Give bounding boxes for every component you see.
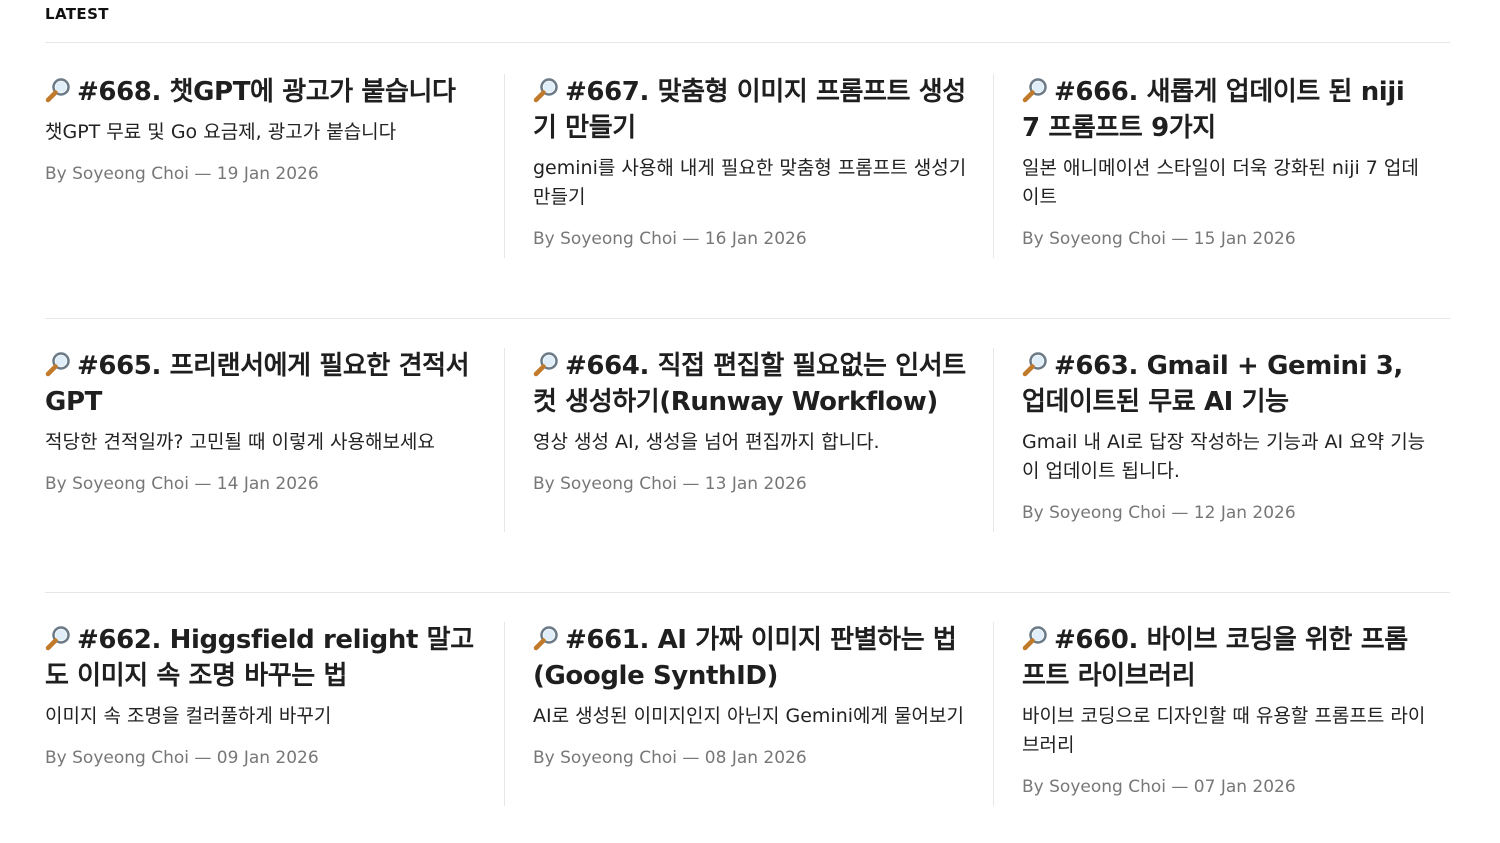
post-title-text: #666. 새롭게 업데이트 된 niji 7 프롬프트 9가지 bbox=[1022, 77, 1405, 143]
post-card[interactable]: #663. Gmail + Gemini 3, 업데이트된 무료 AI 기능 G… bbox=[993, 348, 1450, 592]
magnifier-icon bbox=[45, 352, 70, 377]
post-excerpt: 영상 생성 AI, 생성을 넘어 편집까지 합니다. bbox=[533, 431, 880, 453]
magnifier-icon bbox=[533, 78, 558, 103]
post-card[interactable]: #668. 챗GPT에 광고가 붙습니다 챗GPT 무료 및 Go 요금제, 광… bbox=[45, 74, 504, 318]
magnifier-icon bbox=[533, 626, 558, 651]
post-meta: By Soyeong Choi — 16 Jan 2026 bbox=[533, 229, 807, 249]
post-excerpt: Gmail 내 AI로 답장 작성하는 기능과 AI 요약 기능이 업데이트 됩… bbox=[1022, 431, 1426, 482]
post-meta: By Soyeong Choi — 07 Jan 2026 bbox=[1022, 777, 1296, 797]
post-row: #668. 챗GPT에 광고가 붙습니다 챗GPT 무료 및 Go 요금제, 광… bbox=[45, 43, 1450, 319]
post-title-text: #660. 바이브 코딩을 위한 프롬프트 라이브러리 bbox=[1022, 625, 1408, 691]
post-title-text: #662. Higgsfield relight 말고도 이미지 속 조명 바꾸… bbox=[45, 625, 474, 691]
post-card[interactable]: #667. 맞춤형 이미지 프롬프트 생성기 만들기 gemini를 사용해 내… bbox=[504, 74, 993, 318]
post-card[interactable]: #661. AI 가짜 이미지 판별하는 법(Google SynthID) A… bbox=[504, 622, 993, 842]
magnifier-icon bbox=[45, 626, 70, 651]
post-row: #662. Higgsfield relight 말고도 이미지 속 조명 바꾸… bbox=[45, 593, 1450, 842]
post-excerpt: 바이브 코딩으로 디자인할 때 유용할 프롬프트 라이브러리 bbox=[1022, 705, 1426, 756]
section-label: LATEST bbox=[45, 5, 109, 23]
post-title-link[interactable]: #661. AI 가짜 이미지 판별하는 법(Google SynthID) bbox=[533, 622, 973, 694]
post-title-link[interactable]: #666. 새롭게 업데이트 된 niji 7 프롬프트 9가지 bbox=[1022, 74, 1430, 146]
post-excerpt: 이미지 속 조명을 컬러풀하게 바꾸기 bbox=[45, 705, 332, 727]
magnifier-icon bbox=[533, 352, 558, 377]
post-card[interactable]: #660. 바이브 코딩을 위한 프롬프트 라이브러리 바이브 코딩으로 디자인… bbox=[993, 622, 1450, 842]
post-title-link[interactable]: #668. 챗GPT에 광고가 붙습니다 bbox=[45, 74, 474, 110]
post-title-text: #665. 프리랜서에게 필요한 견적서 GPT bbox=[45, 351, 470, 417]
post-title-link[interactable]: #665. 프리랜서에게 필요한 견적서 GPT bbox=[45, 348, 474, 420]
post-meta: By Soyeong Choi — 08 Jan 2026 bbox=[533, 748, 807, 768]
post-card[interactable]: #666. 새롭게 업데이트 된 niji 7 프롬프트 9가지 일본 애니메이… bbox=[993, 74, 1450, 318]
post-card[interactable]: #662. Higgsfield relight 말고도 이미지 속 조명 바꾸… bbox=[45, 622, 504, 842]
post-meta: By Soyeong Choi — 14 Jan 2026 bbox=[45, 474, 319, 494]
post-excerpt: gemini를 사용해 내게 필요한 맞춤형 프롬프트 생성기 만들기 bbox=[533, 157, 967, 208]
post-row: #665. 프리랜서에게 필요한 견적서 GPT 적당한 견적일까? 고민될 때… bbox=[45, 319, 1450, 593]
magnifier-icon bbox=[1022, 352, 1047, 377]
magnifier-icon bbox=[1022, 626, 1047, 651]
post-excerpt: 챗GPT 무료 및 Go 요금제, 광고가 붙습니다 bbox=[45, 121, 397, 143]
post-card[interactable]: #664. 직접 편집할 필요없는 인서트컷 생성하기(Runway Workf… bbox=[504, 348, 993, 592]
post-meta: By Soyeong Choi — 12 Jan 2026 bbox=[1022, 503, 1296, 523]
latest-posts-section: LATEST #668. 챗GPT에 광고가 붙습니다 챗GPT 무료 및 Go… bbox=[45, 0, 1450, 842]
post-meta: By Soyeong Choi — 13 Jan 2026 bbox=[533, 474, 807, 494]
post-title-text: #668. 챗GPT에 광고가 붙습니다 bbox=[77, 77, 456, 107]
post-title-link[interactable]: #662. Higgsfield relight 말고도 이미지 속 조명 바꾸… bbox=[45, 622, 474, 694]
post-excerpt: AI로 생성된 이미지인지 아닌지 Gemini에게 물어보기 bbox=[533, 705, 964, 727]
magnifier-icon bbox=[45, 78, 70, 103]
post-title-text: #667. 맞춤형 이미지 프롬프트 생성기 만들기 bbox=[533, 77, 966, 143]
post-title-link[interactable]: #660. 바이브 코딩을 위한 프롬프트 라이브러리 bbox=[1022, 622, 1430, 694]
post-title-text: #663. Gmail + Gemini 3, 업데이트된 무료 AI 기능 bbox=[1022, 351, 1403, 417]
magnifier-icon bbox=[1022, 78, 1047, 103]
post-title-text: #661. AI 가짜 이미지 판별하는 법(Google SynthID) bbox=[533, 625, 957, 691]
post-meta: By Soyeong Choi — 15 Jan 2026 bbox=[1022, 229, 1296, 249]
post-meta: By Soyeong Choi — 09 Jan 2026 bbox=[45, 748, 319, 768]
post-title-text: #664. 직접 편집할 필요없는 인서트컷 생성하기(Runway Workf… bbox=[533, 351, 966, 417]
post-meta: By Soyeong Choi — 19 Jan 2026 bbox=[45, 164, 319, 184]
post-card[interactable]: #665. 프리랜서에게 필요한 견적서 GPT 적당한 견적일까? 고민될 때… bbox=[45, 348, 504, 592]
post-title-link[interactable]: #664. 직접 편집할 필요없는 인서트컷 생성하기(Runway Workf… bbox=[533, 348, 973, 420]
post-title-link[interactable]: #663. Gmail + Gemini 3, 업데이트된 무료 AI 기능 bbox=[1022, 348, 1430, 420]
section-header: LATEST bbox=[45, 0, 1450, 43]
post-excerpt: 일본 애니메이션 스타일이 더욱 강화된 niji 7 업데이트 bbox=[1022, 157, 1419, 208]
post-excerpt: 적당한 견적일까? 고민될 때 이렇게 사용해보세요 bbox=[45, 431, 435, 453]
post-title-link[interactable]: #667. 맞춤형 이미지 프롬프트 생성기 만들기 bbox=[533, 74, 973, 146]
